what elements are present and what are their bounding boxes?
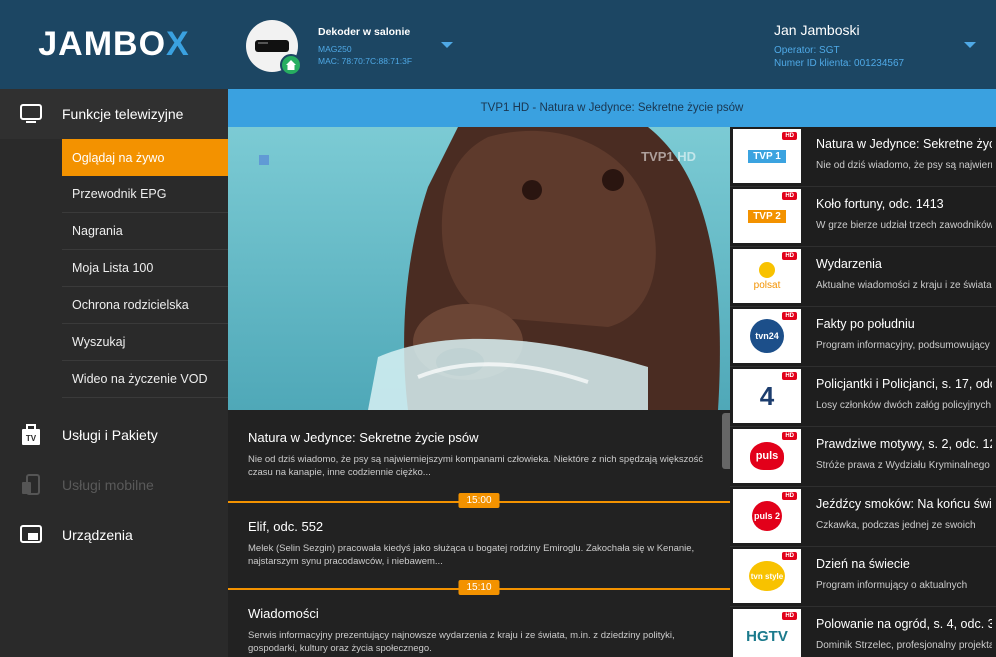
tv4-logo: 4 HD xyxy=(733,369,801,423)
device-mac: MAC: 78:70:7C:88:71:3F xyxy=(318,56,413,66)
sidebar-item-label: Urządzenia xyxy=(62,527,133,543)
sidebar-subitem-list100[interactable]: Moja Lista 100 xyxy=(62,250,228,287)
tvn-style-logo: tvn style HD xyxy=(733,549,801,603)
devices-icon xyxy=(20,525,42,543)
channel-row[interactable]: 4 HD Policjantki i Policjanci, s. 17, odc… xyxy=(730,367,996,427)
channel-program-desc: Program informujący o aktualnych xyxy=(816,580,968,591)
channel-row[interactable]: polsat HD Wydarzenia Aktualne wiadomości … xyxy=(730,247,996,307)
program-desc: Serwis informacyjny prezentujący najnows… xyxy=(248,630,675,654)
tvp2-logo: TVP 2 HD xyxy=(733,189,801,243)
sidebar-subitem-epg[interactable]: Przewodnik EPG xyxy=(62,176,228,213)
channel-program-desc: W grze bierze udział trzech zawodników xyxy=(816,220,992,231)
time-pill: 15:10 xyxy=(458,580,500,595)
channel-program-title: Prawdziwe motywy, s. 2, odc. 12 xyxy=(816,437,992,451)
sidebar-item-label: Funkcje telewizyjne xyxy=(62,106,184,122)
device-dropdown-chevron-down-icon[interactable] xyxy=(441,42,453,48)
sidebar-item-label: Usługi mobilne xyxy=(62,477,154,493)
program-item[interactable]: Natura w Jedynce: Sekretne życie psów Ni… xyxy=(228,410,730,493)
jambox-logo: JAMBOX xyxy=(0,0,228,89)
time-pill: 15:00 xyxy=(458,493,500,508)
channel-program-desc: Nie od dziś wiadomo, że psy są najwierni… xyxy=(816,160,992,171)
user-client-id: Numer ID klienta: 001234567 xyxy=(774,58,905,69)
tvp1-logo: TVP 1 HD xyxy=(733,129,801,183)
program-item[interactable]: Wiadomości Serwis informacyjny prezentuj… xyxy=(228,596,730,655)
timeline-marker: 15:10 xyxy=(228,580,730,596)
sidebar-item-services[interactable]: TV Usługi i Pakiety xyxy=(0,410,228,460)
channel-program-desc: Czkawka, podczas jednej ze swoich xyxy=(816,520,976,531)
tv-icon xyxy=(20,104,42,123)
header: Dekoder w salonie MAG250 MAC: 78:70:7C:8… xyxy=(228,0,996,89)
channel-program-title: Dzień na świecie xyxy=(816,557,910,571)
polsat-logo: polsat HD xyxy=(733,249,801,303)
sidebar-item-mobile: Usługi mobilne xyxy=(0,460,228,510)
sidebar-item-devices[interactable]: Urządzenia xyxy=(0,510,228,560)
sidebar-subitem-search[interactable]: Wyszukaj xyxy=(62,324,228,361)
channel-program-desc: Aktualne wiadomości z kraju i ze świata xyxy=(816,280,992,291)
mobile-icon xyxy=(22,474,40,495)
video-player[interactable]: TVP1 HD xyxy=(228,127,730,410)
channel-row[interactable]: TVP 2 HD Koło fortuny, odc. 1413 W grze b… xyxy=(730,187,996,247)
user-dropdown-chevron-down-icon[interactable] xyxy=(964,42,976,48)
channel-program-title: Natura w Jedynce: Sekretne życie psów xyxy=(816,137,992,151)
sidebar-item-tv-functions[interactable]: Funkcje telewizyjne xyxy=(0,89,228,139)
channel-program-desc: Losy członków dwóch załóg policyjnych xyxy=(816,400,992,411)
channel-program-title: Polowanie na ogród, s. 4, odc. 3 xyxy=(816,617,992,631)
channel-row[interactable]: HGTV HD Polowanie na ogród, s. 4, odc. 3 … xyxy=(730,607,996,657)
puls2-logo: puls 2 HD xyxy=(733,489,801,543)
user-name: Jan Jamboski xyxy=(774,22,860,38)
sidebar: JAMBOX Funkcje telewizyjne Oglądaj na ży… xyxy=(0,0,228,657)
channel-program-desc: Stróże prawa z Wydziału Kryminalnego xyxy=(816,460,990,471)
timeline-marker: 15:00 xyxy=(228,493,730,509)
hgtv-logo: HGTV HD xyxy=(733,609,801,657)
channel-row[interactable]: puls HD Prawdziwe motywy, s. 2, odc. 12 S… xyxy=(730,427,996,487)
svg-text:TV: TV xyxy=(26,434,37,443)
channel-program-title: Fakty po południu xyxy=(816,317,915,331)
sidebar-subitem-parental[interactable]: Ochrona rodzicielska xyxy=(62,287,228,324)
channel-program-title: Policjantki i Policjanci, s. 17, odc. xyxy=(816,377,992,391)
tv-puls-logo: puls HD xyxy=(733,429,801,483)
user-operator: Operator: SGT xyxy=(774,45,840,56)
program-title: Elif, odc. 552 xyxy=(248,519,324,534)
channel-info-icon xyxy=(259,155,269,165)
tvp1-watermark: TVP1 HD xyxy=(641,149,696,164)
tvn24-logo: tvn24 HD xyxy=(733,309,801,363)
sidebar-subitem-vod[interactable]: Wideo na życzenie VOD xyxy=(62,361,228,398)
now-playing-bar: TVP1 HD - Natura w Jedynce: Sekretne życ… xyxy=(228,89,996,127)
channel-program-title: Wydarzenia xyxy=(816,257,882,271)
program-desc: Melek (Selin Sezgin) pracowała kiedyś ja… xyxy=(248,543,695,567)
program-title: Wiadomości xyxy=(248,606,319,621)
channel-program-title: Jeźdźcy smoków: Na końcu świata xyxy=(816,497,992,511)
channel-program-desc: Program informacyjny, podsumowujący xyxy=(816,340,990,351)
program-item[interactable]: Elif, odc. 552 Melek (Selin Sezgin) prac… xyxy=(228,509,730,580)
channel-row[interactable]: puls 2 HD Jeźdźcy smoków: Na końcu świata… xyxy=(730,487,996,547)
channel-row[interactable]: TVP 1HD Natura w Jedynce: Sekretne życie… xyxy=(730,127,996,187)
device-model: MAG250 xyxy=(318,44,352,54)
sidebar-subitem-recordings[interactable]: Nagrania xyxy=(62,213,228,250)
dog-swimming-video-frame xyxy=(228,127,730,410)
channel-program-title: Koło fortuny, odc. 1413 xyxy=(816,197,944,211)
sidebar-subitem-live[interactable]: Oglądaj na żywo xyxy=(62,139,228,176)
channel-program-desc: Dominik Strzelec, profesjonalny projekta… xyxy=(816,640,992,651)
device-title: Dekoder w salonie xyxy=(318,26,411,38)
program-title: Natura w Jedynce: Sekretne życie psów xyxy=(248,430,479,445)
channel-row[interactable]: tvn24 HD Fakty po południu Program inform… xyxy=(730,307,996,367)
program-list: Natura w Jedynce: Sekretne życie psów Ni… xyxy=(228,410,730,657)
program-desc: Nie od dziś wiadomo, że psy są najwierni… xyxy=(248,454,704,478)
tv-bag-icon: TV xyxy=(22,424,40,445)
sidebar-item-label: Usługi i Pakiety xyxy=(62,427,158,443)
home-icon xyxy=(280,54,302,76)
channel-row[interactable]: tvn style HD Dzień na świecie Program inf… xyxy=(730,547,996,607)
channel-list: TVP 1HD Natura w Jedynce: Sekretne życie… xyxy=(730,127,996,657)
